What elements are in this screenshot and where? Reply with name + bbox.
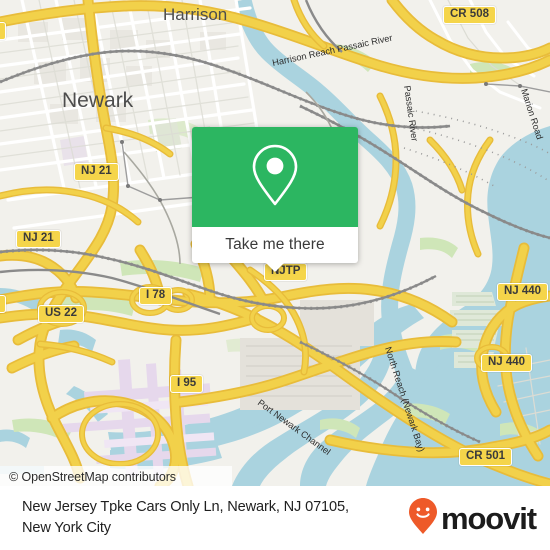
map-callout-card[interactable]: Take me there — [192, 127, 358, 272]
road-shield[interactable]: I 95 — [170, 375, 204, 393]
moovit-logo[interactable]: moovit — [408, 497, 550, 540]
address-line-1: New Jersey Tpke Cars Only Ln, Newark, NJ… — [22, 499, 349, 515]
map-pin-icon — [248, 142, 302, 213]
place-label-newark: Newark — [62, 89, 134, 112]
callout-pointer — [266, 263, 284, 272]
footer-bar: New Jersey Tpke Cars Only Ln, Newark, NJ… — [0, 486, 550, 550]
osm-attribution: © OpenStreetMap contributors — [0, 466, 232, 486]
take-me-there-button[interactable]: Take me there — [192, 227, 358, 263]
callout-header — [192, 127, 358, 227]
moovit-smiley-pin-icon — [408, 497, 438, 540]
road-shield[interactable]: CR 501 — [459, 448, 512, 466]
road-shield[interactable]: I 78 — [139, 287, 173, 305]
road-shield[interactable]: 8 — [0, 295, 7, 313]
road-shield[interactable]: NJ 21 — [16, 230, 61, 248]
moovit-wordmark: moovit — [440, 500, 537, 536]
map-screenshot: .w { fill:#aad3df; } .pk { fill:#cfe6b8;… — [0, 0, 550, 550]
address-line-2: New York City — [22, 520, 111, 536]
road-shield[interactable]: NJ 440 — [497, 283, 549, 301]
road-shield[interactable]: 8 — [0, 22, 7, 40]
address-block: New Jersey Tpke Cars Only Ln, Newark, NJ… — [0, 497, 408, 539]
place-label-harrison: Harrison — [163, 5, 227, 24]
road-shield[interactable]: CR 508 — [443, 6, 496, 24]
road-shield[interactable]: NJ 440 — [481, 354, 533, 372]
road-shield[interactable]: US 22 — [38, 305, 84, 323]
road-shield[interactable]: NJ 21 — [74, 163, 119, 181]
